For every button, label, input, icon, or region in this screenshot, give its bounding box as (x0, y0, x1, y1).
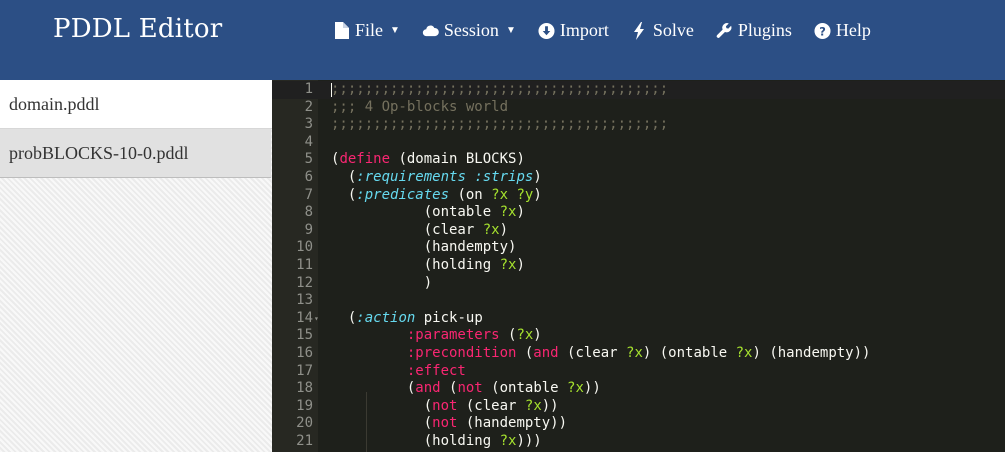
line-number: 6 (304, 169, 313, 185)
line-number: 15 (296, 327, 313, 344)
lightning-bolt-icon (631, 21, 648, 40)
line-number: 12 (296, 274, 313, 291)
line-number: 17 (296, 362, 313, 379)
text-cursor (331, 83, 332, 97)
code-line[interactable]: 14 ▾ (:action pick-up (272, 310, 1005, 328)
line-number: 7 (304, 186, 313, 203)
menu-import[interactable]: Import (538, 20, 609, 41)
wrench-icon (716, 22, 733, 40)
code-text: (handempty) (331, 239, 517, 256)
menu-plugins[interactable]: Plugins (716, 20, 792, 41)
code-text: (:action pick-up (331, 309, 483, 326)
menu-session[interactable]: Session ▼ (422, 20, 516, 41)
code-text: (and (not (ontable ?x)) (331, 380, 601, 397)
menu-session-label: Session (443, 20, 499, 40)
menu-help[interactable]: ? Help (814, 20, 871, 41)
code-text: :effect (406, 362, 466, 379)
code-line[interactable]: 13 (272, 292, 1005, 310)
code-text: ;;;;;;;;;;;;;;;;;;;;;;;;;;;;;;;;;;;;;;;; (331, 116, 669, 133)
nav-menu: File ▼ Session ▼ Import Solve Plugins ? … (333, 20, 871, 41)
code-line[interactable]: 20 (not (handempty)) (272, 415, 1005, 433)
code-text: (ontable ?x) (331, 204, 525, 221)
line-number: 9 (304, 221, 313, 238)
code-line[interactable]: 19 (not (clear ?x)) (272, 398, 1005, 416)
line-number: 4 (304, 133, 313, 150)
line-number: 10 (296, 239, 313, 256)
menu-file-label: File (355, 20, 384, 40)
code-line[interactable]: 11 (holding ?x) (272, 257, 1005, 275)
line-number: 2 (304, 98, 313, 115)
line-number: 16 (296, 345, 313, 361)
svg-text:?: ? (819, 24, 826, 38)
line-number: 3 (304, 116, 313, 133)
navbar: PDDL Editor File ▼ Session ▼ Import Solv… (0, 0, 1005, 80)
line-number: 21 (296, 433, 313, 449)
code-text: (:predicates (on ?x ?y) (331, 186, 542, 203)
line-number: 13 (296, 292, 313, 309)
code-line[interactable]: 6 (:requirements :strips) (272, 169, 1005, 187)
menu-solve-label: Solve (652, 20, 694, 40)
code-line[interactable]: 5 (define (domain BLOCKS) (272, 151, 1005, 169)
code-text: ) (331, 274, 433, 291)
line-number: 19 (296, 397, 313, 414)
code-line[interactable]: 7 (:predicates (on ?x ?y) (272, 187, 1005, 205)
code-line[interactable]: 10 (handempty) (272, 239, 1005, 257)
code-line[interactable]: 9 (clear ?x) (272, 222, 1005, 240)
chevron-down-icon: ▼ (390, 25, 400, 36)
download-circle-icon (538, 22, 555, 40)
line-number: 5 (304, 151, 313, 168)
code-line[interactable]: 12 ) (272, 275, 1005, 293)
file-tab-domain[interactable]: domain.pddl (0, 80, 272, 129)
menu-solve[interactable]: Solve (631, 20, 694, 41)
cloud-icon (422, 22, 439, 40)
code-line[interactable]: 8 (ontable ?x) (272, 204, 1005, 222)
code-line[interactable]: 3;;;;;;;;;;;;;;;;;;;;;;;;;;;;;;;;;;;;;;;… (272, 116, 1005, 134)
fold-arrow-icon[interactable]: ▾ (314, 310, 319, 328)
menu-plugins-label: Plugins (737, 20, 792, 40)
file-tab-problem[interactable]: probBLOCKS-10-0.pddl (0, 129, 271, 178)
code-text: (define (domain BLOCKS) (331, 151, 525, 168)
chevron-down-icon: ▼ (505, 25, 516, 36)
code-line[interactable]: 1;;;;;;;;;;;;;;;;;;;;;;;;;;;;;;;;;;;;;;;… (272, 81, 1005, 99)
line-number: 11 (296, 257, 313, 273)
app-title[interactable]: PDDL Editor (53, 14, 222, 44)
line-number: 14 (296, 309, 313, 326)
code-text: (not (handempty)) (331, 415, 568, 432)
code-line[interactable]: 21 (holding ?x))) (272, 433, 1005, 451)
code-line[interactable]: 2 ;;; 4 Op-blocks world (272, 99, 1005, 117)
code-line[interactable]: 16 :precondition (and (clear ?x) (ontabl… (272, 345, 1005, 363)
code-line[interactable]: 4 (272, 134, 1005, 152)
line-number: 8 (304, 204, 313, 221)
menu-help-label: Help (835, 20, 871, 40)
question-circle-icon: ? (814, 22, 831, 40)
code-text: (not (clear ?x)) (331, 397, 559, 414)
menu-file[interactable]: File ▼ (333, 20, 400, 41)
code-text: (clear ?x) (331, 221, 509, 238)
line-number: 1 (304, 81, 313, 97)
code-text: :precondition (and (clear ?x) (ontable ?… (406, 345, 871, 361)
file-sidebar: domain.pddl probBLOCKS-10-0.pddl (0, 80, 272, 452)
code-line[interactable]: 18 (and (not (ontable ?x)) (272, 380, 1005, 398)
code-text: ;;; 4 Op-blocks world (331, 98, 509, 115)
code-line[interactable]: 17 :effect (272, 363, 1005, 381)
code-text: ;;;;;;;;;;;;;;;;;;;;;;;;;;;;;;;;;;;;;;;; (331, 81, 669, 97)
code-text: :parameters (?x) (406, 327, 542, 344)
menu-import-label: Import (559, 20, 609, 40)
code-text: (holding ?x))) (331, 433, 542, 449)
file-icon (333, 22, 350, 40)
code-text: (:requirements :strips) (331, 169, 542, 185)
line-number: 18 (296, 380, 313, 397)
line-number: 20 (296, 415, 313, 432)
code-text: (holding ?x) (331, 257, 525, 273)
code-editor[interactable]: 1;;;;;;;;;;;;;;;;;;;;;;;;;;;;;;;;;;;;;;;… (272, 80, 1005, 452)
code-line[interactable]: 15 :parameters (?x) (272, 327, 1005, 345)
